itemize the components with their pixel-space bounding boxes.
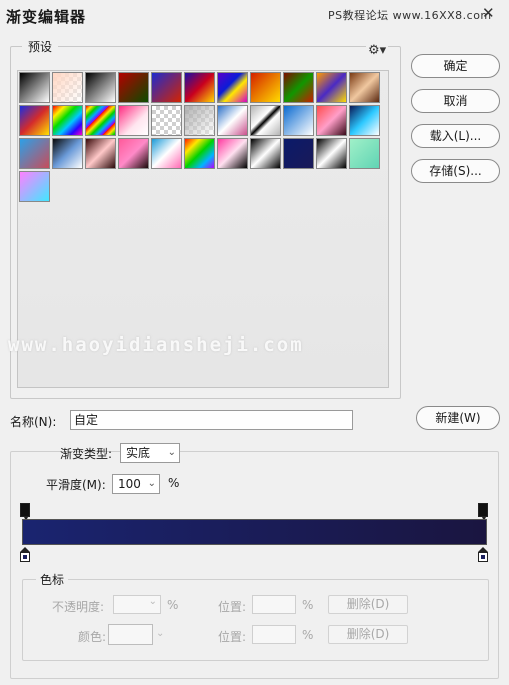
- cancel-button[interactable]: 取消: [411, 89, 500, 113]
- preset-swatch[interactable]: [19, 105, 50, 136]
- gradient-type-value: 实底: [126, 446, 151, 460]
- chevron-down-icon: ⌄: [147, 478, 156, 489]
- smoothness-unit: %: [168, 476, 180, 490]
- preset-swatch[interactable]: [316, 138, 347, 169]
- preset-swatch[interactable]: [349, 105, 380, 136]
- preset-swatch-grid: [19, 72, 380, 202]
- smoothness-label: 平滑度(M):: [46, 478, 106, 492]
- opacity-stop-left[interactable]: [20, 503, 30, 521]
- preset-swatch[interactable]: [151, 72, 182, 103]
- watermark-text-mid: www.haoyidiansheji.com: [8, 334, 304, 356]
- location-input-1[interactable]: [252, 595, 296, 614]
- save-button[interactable]: 存储(S)...: [411, 159, 500, 183]
- gradient-type-select[interactable]: 实底 ⌄: [120, 443, 180, 463]
- preset-swatch[interactable]: [184, 105, 215, 136]
- gear-icon[interactable]: ⚙▾: [366, 43, 389, 58]
- window-title: 渐变编辑器: [6, 8, 87, 26]
- location-label-2: 位置:: [218, 630, 247, 644]
- preset-swatch[interactable]: [118, 105, 149, 136]
- chevron-down-icon: ⌄: [156, 628, 165, 639]
- gradient-type-label: 渐变类型:: [60, 447, 113, 461]
- preset-swatch[interactable]: [217, 72, 248, 103]
- delete-button-1[interactable]: 删除(D): [328, 595, 408, 614]
- preset-swatch[interactable]: [151, 138, 182, 169]
- preset-swatch[interactable]: [250, 138, 281, 169]
- close-icon[interactable]: ✕: [482, 4, 495, 22]
- stop-swatch: [20, 552, 30, 562]
- preset-swatch[interactable]: [283, 72, 314, 103]
- ok-button[interactable]: 确定: [411, 54, 500, 78]
- opacity-label: 不透明度:: [52, 600, 105, 614]
- color-stop-right[interactable]: [478, 547, 488, 563]
- preset-swatch[interactable]: [52, 105, 83, 136]
- preset-swatch[interactable]: [151, 105, 182, 136]
- preset-swatch[interactable]: [184, 72, 215, 103]
- preset-swatch[interactable]: [316, 72, 347, 103]
- color-stops-label: 色标: [36, 571, 69, 588]
- color-stops-group: [22, 579, 489, 661]
- preset-swatch[interactable]: [184, 138, 215, 169]
- preset-swatch[interactable]: [19, 72, 50, 103]
- location-label-1: 位置:: [218, 600, 247, 614]
- chevron-down-icon: ⌄: [148, 596, 157, 607]
- preset-swatch[interactable]: [349, 138, 380, 169]
- preset-swatch[interactable]: [52, 72, 83, 103]
- preset-swatch[interactable]: [316, 105, 347, 136]
- preset-swatch[interactable]: [217, 105, 248, 136]
- preset-swatch[interactable]: [217, 138, 248, 169]
- load-button[interactable]: 载入(L)...: [411, 124, 500, 148]
- preset-swatch[interactable]: [85, 72, 116, 103]
- name-label: 名称(N):: [10, 415, 57, 429]
- opacity-select[interactable]: ⌄: [113, 595, 161, 614]
- preset-swatch[interactable]: [118, 138, 149, 169]
- preset-swatch[interactable]: [52, 138, 83, 169]
- opacity-stop-right[interactable]: [478, 503, 488, 521]
- location-unit-1: %: [302, 598, 314, 612]
- preset-swatch[interactable]: [349, 72, 380, 103]
- new-button[interactable]: 新建(W): [416, 406, 500, 430]
- location-input-2[interactable]: [252, 625, 296, 644]
- smoothness-select[interactable]: 100 ⌄: [112, 474, 160, 494]
- smoothness-value: 100: [118, 477, 141, 491]
- delete-button-2[interactable]: 删除(D): [328, 625, 408, 644]
- preset-swatch[interactable]: [283, 105, 314, 136]
- preset-swatch[interactable]: [118, 72, 149, 103]
- presets-label: 预设: [22, 38, 59, 55]
- color-swatch-field[interactable]: [108, 624, 153, 645]
- preset-swatch[interactable]: [19, 171, 50, 202]
- preset-swatch[interactable]: [85, 105, 116, 136]
- gradient-preview-bar[interactable]: [22, 519, 487, 545]
- preset-swatch[interactable]: [250, 72, 281, 103]
- stop-swatch: [478, 552, 488, 562]
- color-stop-left[interactable]: [20, 547, 30, 563]
- opacity-unit: %: [167, 598, 179, 612]
- color-label: 颜色:: [78, 630, 107, 644]
- location-unit-2: %: [302, 628, 314, 642]
- name-input[interactable]: 自定: [70, 410, 353, 430]
- chevron-down-icon: ⌄: [167, 447, 176, 458]
- preset-swatch[interactable]: [283, 138, 314, 169]
- preset-swatch[interactable]: [250, 105, 281, 136]
- watermark-text: PS教程论坛 www.16XX8.com: [328, 9, 492, 22]
- preset-swatch[interactable]: [85, 138, 116, 169]
- preset-swatch[interactable]: [19, 138, 50, 169]
